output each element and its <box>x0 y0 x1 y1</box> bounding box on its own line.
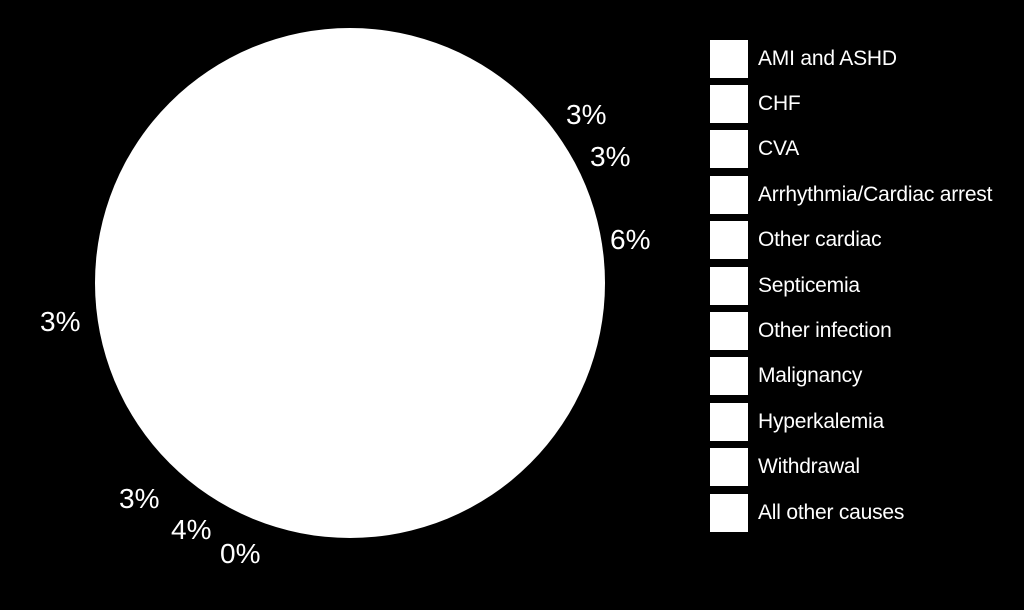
data-label: 6% <box>610 224 650 255</box>
legend-swatch <box>710 493 748 532</box>
data-label: 4% <box>171 514 211 545</box>
legend-label: Malignancy <box>758 364 863 388</box>
legend-swatch <box>710 39 748 78</box>
legend-item: Other cardiac <box>710 218 992 263</box>
data-label: 0% <box>220 538 260 569</box>
legend-item: Hyperkalemia <box>710 399 992 444</box>
data-label: 3% <box>40 306 80 337</box>
legend-label: Septicemia <box>758 273 860 297</box>
legend-label: Other cardiac <box>758 228 882 252</box>
legend-swatch <box>710 312 748 351</box>
legend-label: Hyperkalemia <box>758 409 884 433</box>
pie-disc <box>95 28 605 538</box>
legend-label: Other infection <box>758 319 892 343</box>
legend-swatch <box>710 402 748 441</box>
legend-label: Withdrawal <box>758 455 860 479</box>
legend-label: Arrhythmia/Cardiac arrest <box>758 182 993 206</box>
legend-label: All other causes <box>758 500 905 524</box>
data-label: 3% <box>590 141 630 172</box>
legend-swatch <box>710 448 748 487</box>
legend-swatch <box>710 357 748 396</box>
legend-label: CVA <box>758 137 800 161</box>
legend-swatch <box>710 266 748 305</box>
legend-swatch <box>710 221 748 260</box>
legend-label: CHF <box>758 92 801 116</box>
legend-item: Septicemia <box>710 263 992 308</box>
legend-item: CVA <box>710 127 992 172</box>
data-label: 3% <box>566 99 606 130</box>
legend-item: AMI and ASHD <box>710 36 992 81</box>
legend-label: AMI and ASHD <box>758 46 897 70</box>
legend-swatch <box>710 85 748 124</box>
legend-item: Arrhythmia/Cardiac arrest <box>710 172 992 217</box>
legend-item: All other causes <box>710 490 992 535</box>
legend-item: Withdrawal <box>710 445 992 490</box>
legend: AMI and ASHD CHF CVA Arrhythmia/Cardiac arr… <box>710 36 992 535</box>
data-label: 3% <box>119 483 159 514</box>
legend-item: Other infection <box>710 308 992 353</box>
legend-swatch <box>710 175 748 214</box>
legend-item: Malignancy <box>710 354 992 399</box>
legend-swatch <box>710 130 748 169</box>
legend-item: CHF <box>710 81 992 126</box>
